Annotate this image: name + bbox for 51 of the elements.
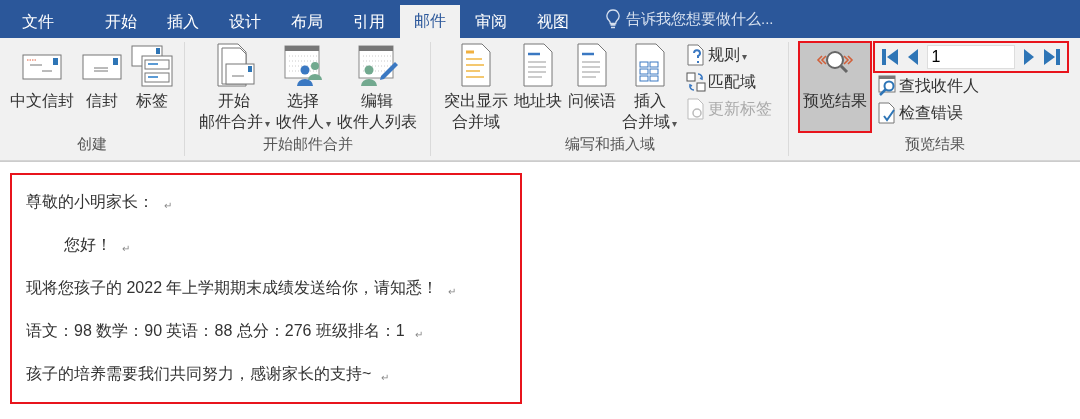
paragraph-text: 尊敬的小明家长： (26, 192, 154, 212)
labels-icon (130, 42, 174, 88)
ribbon-button[interactable]: 规则▾ (684, 43, 774, 67)
ribbon-button[interactable]: 插入 合并域▾ (619, 42, 680, 134)
ribbon-tab[interactable]: 插入 (152, 6, 214, 38)
ribbon-tab[interactable]: 文件 (0, 6, 76, 38)
paragraph-text: 孩子的培养需要我们共同努力，感谢家长的支持~ (26, 364, 372, 384)
ribbon-tab[interactable]: 审阅 (460, 6, 522, 38)
ribbon-tab[interactable]: 布局 (276, 6, 338, 38)
paragraph-text: 现将您孩子的 2022 年上学期期末成绩发送给你，请知悉！ (26, 278, 439, 298)
group-label: 预览结果 (904, 135, 965, 154)
ribbon-tab[interactable]: 设计 (214, 6, 276, 38)
paragraph-mark: ↵ (164, 200, 172, 211)
ribbon-button[interactable]: 问候语 (565, 42, 619, 111)
record-number-field[interactable]: 1 (926, 45, 1015, 69)
paragraph-text: 您好！ (64, 235, 112, 255)
ribbon-button[interactable]: 匹配域 (684, 70, 774, 94)
checked-document-icon (876, 102, 897, 124)
ribbon-button[interactable]: 突出显示 合并域 (441, 42, 511, 132)
next-record-icon[interactable] (1021, 47, 1036, 67)
ribbon-tab[interactable]: 视图 (522, 6, 584, 38)
ribbon-button[interactable]: 检查错误 (874, 101, 1067, 125)
group-label: 编写和插入域 (564, 135, 655, 154)
paragraph-mark: ↵ (381, 372, 390, 383)
ribbon-button[interactable]: 地址块 (511, 42, 565, 111)
paragraph-mark: ↵ (448, 286, 457, 297)
question-document-icon (686, 44, 706, 66)
ribbon-button[interactable]: 编辑 收件人列表 (333, 42, 420, 132)
ribbon-tab[interactable]: 邮件 (400, 5, 460, 38)
paragraph-mark: ↵ (122, 243, 130, 254)
ribbon-button[interactable]: 选择 收件人▾ (272, 42, 334, 134)
tell-me-search[interactable]: 告诉我您想要做什么... (626, 10, 774, 29)
lightbulb-icon (606, 9, 620, 29)
first-record-icon[interactable] (880, 47, 899, 67)
swap-arrows-icon (686, 71, 706, 93)
find-icon (876, 75, 897, 97)
refresh-document-icon (686, 98, 706, 120)
preview-results-button[interactable]: 预览结果 (798, 42, 871, 132)
ribbon-button[interactable]: 查找收件人 (874, 74, 1067, 98)
last-record-icon[interactable] (1042, 47, 1061, 67)
ribbon-tab[interactable]: 开始 (90, 6, 152, 38)
ribbon-button[interactable]: 标签 (127, 42, 177, 111)
ribbon-tab[interactable]: 引用 (338, 6, 400, 38)
ribbon-button[interactable]: 开始 邮件合并▾ (195, 42, 273, 134)
group-label: 创建 (77, 135, 107, 154)
people-list-icon (281, 42, 325, 88)
ribbon-button[interactable]: 信封 (77, 42, 127, 111)
group-label: 开始邮件合并 (262, 135, 353, 154)
ribbon-button[interactable]: 中文信封 (7, 42, 77, 111)
paragraph-mark: ↵ (414, 329, 423, 340)
paragraph-text: 语文：98 数学：90 英语：88 总分：276 班级排名：1 (26, 321, 405, 341)
